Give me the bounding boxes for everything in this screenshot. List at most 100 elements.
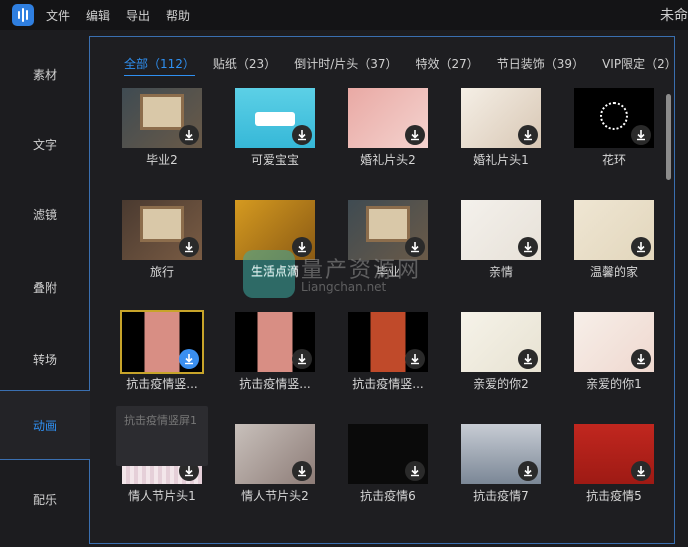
animation-item[interactable]: 温馨的家 (574, 200, 656, 280)
animation-thumbnail[interactable] (235, 424, 315, 484)
animation-label: 毕业2 (146, 153, 178, 167)
animation-item[interactable]: 抗击疫情竖... (235, 312, 317, 392)
animation-thumbnail[interactable] (461, 200, 541, 260)
panel-divider (89, 460, 90, 544)
download-icon[interactable] (631, 125, 651, 145)
animation-label: 情人节片头1 (128, 489, 196, 503)
animation-label: 抗击疫情竖... (352, 377, 424, 391)
animation-label: 婚礼片头2 (360, 153, 416, 167)
tab-holiday[interactable]: 节日装饰（39） (497, 55, 584, 76)
animation-label: 亲爱的你2 (473, 377, 529, 391)
animation-item[interactable]: 抗击疫情6 (348, 424, 430, 504)
tab-effects[interactable]: 特效（27） (416, 55, 479, 76)
download-icon[interactable] (405, 461, 425, 481)
animation-label: 亲情 (488, 265, 513, 279)
menu-file[interactable]: 文件 (46, 7, 70, 24)
animation-label: 生活点滴 (250, 265, 299, 279)
animation-label: 抗击疫情6 (360, 489, 416, 503)
animation-thumbnail[interactable] (574, 424, 654, 484)
animation-thumbnail[interactable] (461, 312, 541, 372)
animation-thumbnail[interactable] (348, 312, 428, 372)
menu: 文件 编辑 导出 帮助 (46, 7, 206, 24)
animation-item[interactable]: 亲情 (461, 200, 543, 280)
animation-item[interactable]: 亲爱的你2 (461, 312, 543, 392)
download-icon[interactable] (292, 349, 312, 369)
download-icon[interactable] (518, 461, 538, 481)
animation-item[interactable]: 毕业2 (122, 88, 204, 168)
animation-label: 抗击疫情竖... (239, 377, 311, 391)
download-icon[interactable] (518, 237, 538, 257)
animation-item[interactable]: 抗击疫情5 (574, 424, 656, 504)
wreath-graphic (600, 102, 628, 130)
frame-graphic (366, 206, 410, 242)
animation-item[interactable]: 毕业 (348, 200, 430, 280)
menu-help[interactable]: 帮助 (166, 7, 190, 24)
download-icon[interactable] (405, 237, 425, 257)
download-icon[interactable] (518, 125, 538, 145)
tab-vip[interactable]: VIP限定（2） (602, 55, 677, 76)
download-icon[interactable] (292, 461, 312, 481)
animation-item[interactable]: 旅行 (122, 200, 204, 280)
download-icon[interactable] (292, 237, 312, 257)
animation-label: 抗击疫情竖... (126, 377, 198, 391)
download-icon[interactable] (179, 349, 199, 369)
animation-item[interactable]: 情人节片头2 (235, 424, 317, 504)
animation-thumbnail[interactable] (235, 88, 315, 148)
animation-item[interactable]: 可爱宝宝 (235, 88, 317, 168)
animation-thumbnail[interactable] (348, 424, 428, 484)
sidebar-item-transition[interactable]: 转场 (0, 324, 90, 394)
animation-label: 温馨的家 (589, 265, 638, 279)
tab-countdown[interactable]: 倒计时/片头（37） (294, 55, 397, 76)
badge-graphic (255, 112, 295, 126)
download-icon[interactable] (631, 349, 651, 369)
animation-thumbnail[interactable] (574, 88, 654, 148)
animation-thumbnail[interactable] (348, 88, 428, 148)
animation-thumbnail[interactable] (348, 200, 428, 260)
frame-graphic (140, 94, 184, 130)
sidebar-item-animation[interactable]: 动画 (0, 390, 90, 460)
panel-divider (89, 36, 90, 390)
frame-graphic (140, 206, 184, 242)
window-title: 未命 (660, 8, 688, 24)
download-icon[interactable] (292, 125, 312, 145)
animation-item[interactable]: 花环 (574, 88, 656, 168)
download-icon[interactable] (631, 461, 651, 481)
sidebar: 素材 文字 滤镜 叠附 转场 动画 配乐 (0, 34, 90, 547)
menu-edit[interactable]: 编辑 (86, 7, 110, 24)
animation-label: 抗击疫情5 (586, 489, 642, 503)
download-icon[interactable] (518, 349, 538, 369)
animation-item[interactable]: 婚礼片头2 (348, 88, 430, 168)
download-icon[interactable] (179, 125, 199, 145)
animation-item[interactable]: 抗击疫情竖... (348, 312, 430, 392)
animation-item[interactable]: 生活点滴 (235, 200, 317, 280)
animation-item[interactable]: 抗击疫情7 (461, 424, 543, 504)
animation-label: 毕业 (375, 265, 400, 279)
scrollbar[interactable] (666, 94, 671, 180)
tab-stickers[interactable]: 贴纸（23） (213, 55, 276, 76)
animation-item[interactable]: 亲爱的你1 (574, 312, 656, 392)
animation-thumbnail[interactable] (461, 424, 541, 484)
animation-thumbnail[interactable] (461, 88, 541, 148)
download-icon[interactable] (179, 237, 199, 257)
app-logo-icon[interactable] (12, 4, 34, 26)
animation-thumbnail[interactable] (122, 88, 202, 148)
download-icon[interactable] (631, 237, 651, 257)
animation-item[interactable]: 抗击疫情竖... (120, 310, 204, 392)
animation-item[interactable]: 婚礼片头1 (461, 88, 543, 168)
download-icon[interactable] (405, 349, 425, 369)
animation-thumbnail[interactable] (122, 200, 202, 260)
download-icon[interactable] (405, 125, 425, 145)
tooltip: 抗击疫情竖屏1 (116, 406, 208, 466)
animation-thumbnail[interactable] (235, 200, 315, 260)
animation-thumbnail[interactable] (120, 310, 204, 374)
sidebar-item-material[interactable]: 素材 (0, 39, 90, 109)
sidebar-item-filter[interactable]: 滤镜 (0, 179, 90, 249)
menu-export[interactable]: 导出 (126, 7, 150, 24)
sidebar-item-music[interactable]: 配乐 (0, 464, 90, 534)
sidebar-item-text[interactable]: 文字 (0, 109, 90, 179)
tab-all[interactable]: 全部（112） (124, 55, 195, 76)
animation-thumbnail[interactable] (574, 200, 654, 260)
animation-thumbnail[interactable] (574, 312, 654, 372)
sidebar-item-overlay[interactable]: 叠附 (0, 252, 90, 322)
animation-thumbnail[interactable] (235, 312, 315, 372)
